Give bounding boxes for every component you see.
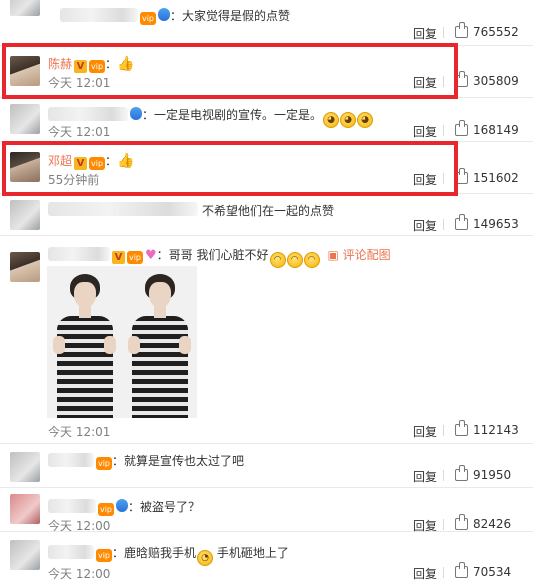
username-blurred[interactable] bbox=[48, 453, 94, 467]
crying-emoji-icon: ◕ bbox=[357, 112, 374, 128]
like-button[interactable]: 151602 bbox=[455, 168, 519, 185]
divider bbox=[443, 27, 444, 38]
thumbs-up-icon bbox=[455, 120, 468, 136]
comment-image[interactable] bbox=[47, 266, 197, 418]
like-button[interactable]: 168149 bbox=[455, 120, 519, 137]
comment-line: vip ：就算是宣传也太过了吧 bbox=[48, 452, 244, 470]
vip-badge-icon: vip bbox=[140, 12, 156, 25]
comment-text: 大家觉得是假的点赞 bbox=[182, 9, 291, 23]
like-count: 149653 bbox=[473, 217, 519, 231]
like-button[interactable]: 305809 bbox=[455, 71, 519, 88]
fan-badge-icon bbox=[158, 8, 170, 21]
username-blurred[interactable] bbox=[48, 202, 198, 216]
vip-badge-icon: vip bbox=[127, 251, 143, 264]
username-blurred[interactable] bbox=[48, 107, 128, 121]
crying-emoji-icon: ◕ bbox=[340, 112, 357, 128]
comment-item: vip ：鹿晗赔我手机 ◔ 手机砸地上了 今天 12:00 回复 70534 bbox=[0, 532, 533, 588]
crying-emoji-icon: ◕ bbox=[323, 112, 340, 128]
thumbs-up-icon bbox=[455, 22, 468, 38]
comment-text: 被盗号了？ bbox=[140, 500, 201, 514]
username-blurred[interactable] bbox=[60, 8, 138, 22]
sad-emoji-icon: ◔ bbox=[197, 550, 214, 566]
like-button[interactable]: 765552 bbox=[455, 22, 519, 39]
like-count: 82426 bbox=[473, 517, 512, 531]
thumbs-up-icon bbox=[455, 420, 468, 436]
timestamp: 今天 12:01 bbox=[48, 125, 111, 139]
like-button[interactable]: 91950 bbox=[455, 465, 512, 482]
highlight-box bbox=[2, 141, 458, 196]
timestamp: 今天 12:00 bbox=[48, 567, 111, 581]
like-button[interactable]: 112143 bbox=[455, 420, 519, 437]
laughing-emoji-icon: ◠ bbox=[286, 252, 303, 268]
timestamp: 今天 12:01 bbox=[48, 425, 111, 439]
reply-button[interactable]: 回复 bbox=[413, 468, 437, 485]
like-count: 168149 bbox=[473, 123, 519, 137]
comment-text-continued: 手机砸地上了 bbox=[216, 546, 289, 560]
like-button[interactable]: 149653 bbox=[455, 214, 519, 231]
comment-item: vip ：大家觉得是假的点赞 回复 765552 bbox=[0, 0, 533, 46]
fan-badge-icon bbox=[116, 499, 128, 512]
thumbs-up-icon bbox=[455, 514, 468, 530]
divider bbox=[443, 470, 444, 481]
comment-text: 就算是宣传也太过了吧 bbox=[124, 454, 245, 468]
comment-image-link[interactable]: 评论配图 bbox=[343, 248, 391, 262]
vip-badge-icon: vip bbox=[98, 503, 114, 516]
reply-button[interactable]: 回复 bbox=[413, 565, 437, 582]
thumbs-up-icon bbox=[455, 214, 468, 230]
comment-line bbox=[48, 202, 198, 217]
like-count: 70534 bbox=[473, 565, 512, 579]
like-button[interactable]: 82426 bbox=[455, 514, 512, 531]
comment-item: vip ：被盗号了？ 今天 12:00 回复 82426 bbox=[0, 488, 533, 533]
divider bbox=[443, 125, 444, 136]
verified-badge-icon: V bbox=[112, 251, 125, 264]
comment-text: 不希望他们在一起的点赞 bbox=[202, 204, 335, 218]
divider bbox=[443, 219, 444, 230]
thumbs-up-icon bbox=[455, 562, 468, 578]
like-button[interactable]: 70534 bbox=[455, 562, 512, 579]
comment-line: vip ：鹿晗赔我手机 ◔ 手机砸地上了 bbox=[48, 544, 289, 566]
reply-button[interactable]: 回复 bbox=[413, 423, 437, 440]
username-blurred[interactable] bbox=[48, 545, 94, 559]
username-blurred[interactable] bbox=[48, 499, 96, 513]
reply-button[interactable]: 回复 bbox=[413, 25, 437, 42]
laughing-emoji-icon: ◠ bbox=[303, 252, 320, 268]
comment-item: ：一定是电视剧的宣传。一定是。 ◕ ◕ ◕ 今天 12:01 回复 168149 bbox=[0, 98, 533, 142]
comment-text: 哥哥 我们心脏不好 bbox=[168, 248, 269, 262]
thumbs-up-icon bbox=[455, 465, 468, 481]
avatar[interactable] bbox=[10, 540, 40, 570]
reply-button[interactable]: 回复 bbox=[413, 217, 437, 234]
like-count: 91950 bbox=[473, 468, 512, 482]
divider bbox=[443, 425, 444, 436]
comment-text: 鹿晗赔我手机 bbox=[124, 546, 197, 560]
avatar[interactable] bbox=[10, 104, 40, 134]
photo-left bbox=[47, 266, 122, 418]
reply-button[interactable]: 回复 bbox=[413, 123, 437, 140]
like-count: 765552 bbox=[473, 25, 519, 39]
avatar[interactable] bbox=[10, 494, 40, 524]
vip-badge-icon: vip bbox=[96, 549, 112, 562]
picture-icon: ▣ bbox=[327, 248, 339, 262]
highlight-box bbox=[2, 43, 458, 99]
fan-badge-icon bbox=[130, 107, 142, 120]
username-blurred[interactable] bbox=[48, 247, 110, 261]
avatar[interactable] bbox=[10, 252, 40, 282]
like-count: 305809 bbox=[473, 74, 519, 88]
avatar[interactable] bbox=[10, 200, 40, 230]
comment-text: 一定是电视剧的宣传。一定是。 bbox=[154, 108, 323, 122]
laughing-emoji-icon: ◠ bbox=[269, 252, 286, 268]
like-count: 151602 bbox=[473, 171, 519, 185]
divider bbox=[443, 519, 444, 530]
comment-line: vip ：被盗号了？ bbox=[48, 498, 200, 516]
divider bbox=[443, 567, 444, 578]
comment-line: vip ：大家觉得是假的点赞 bbox=[60, 7, 290, 25]
avatar[interactable] bbox=[10, 452, 40, 482]
like-count: 112143 bbox=[473, 423, 519, 437]
avatar[interactable] bbox=[10, 0, 40, 16]
vip-badge-icon: vip bbox=[96, 457, 112, 470]
comment-item: vip ：就算是宣传也太过了吧 回复 91950 bbox=[0, 444, 533, 488]
comment-line: Vvip ♥：哥哥 我们心脏不好 ◠ ◠ ◠ ▣ 评论配图 bbox=[48, 246, 391, 268]
heart-badge-icon: ♥ bbox=[145, 248, 157, 263]
comment-item: 不希望他们在一起的点赞 回复 149653 bbox=[0, 194, 533, 236]
photo-right bbox=[122, 266, 197, 418]
